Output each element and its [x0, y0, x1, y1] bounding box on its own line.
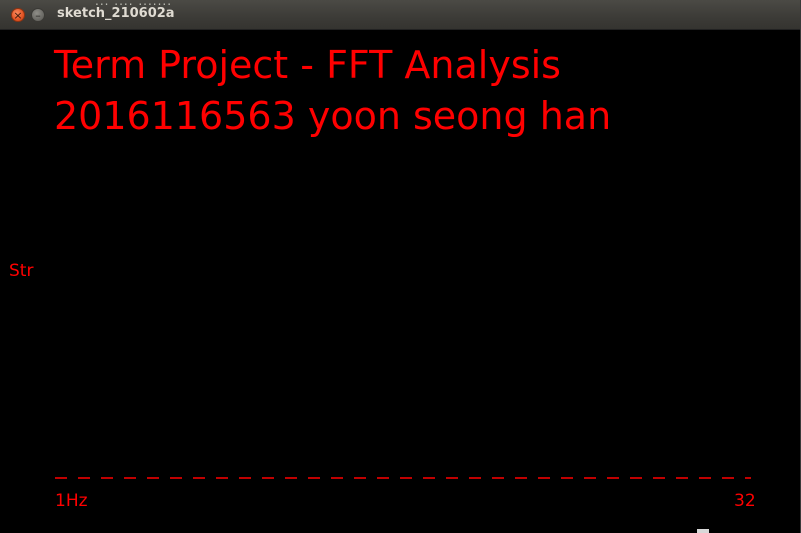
sketch-canvas: Term Project - FFT Analysis 2016116563 y… [6, 30, 800, 533]
x-axis-end-label: 32 [734, 491, 756, 511]
resize-grip[interactable] [697, 529, 709, 533]
spectrum-chart [55, 477, 751, 479]
close-icon: × [13, 8, 23, 22]
window-titlebar[interactable]: ... .... ....... × – sketch_210602a [0, 0, 800, 30]
window-title: sketch_210602a [57, 6, 175, 21]
minimize-icon: – [35, 8, 41, 22]
close-button[interactable]: × [11, 8, 25, 22]
x-axis-start-label: 1Hz [55, 491, 88, 511]
minimize-button[interactable]: – [31, 8, 45, 22]
sketch-window: ... .... ....... × – sketch_210602a Term… [0, 0, 800, 533]
